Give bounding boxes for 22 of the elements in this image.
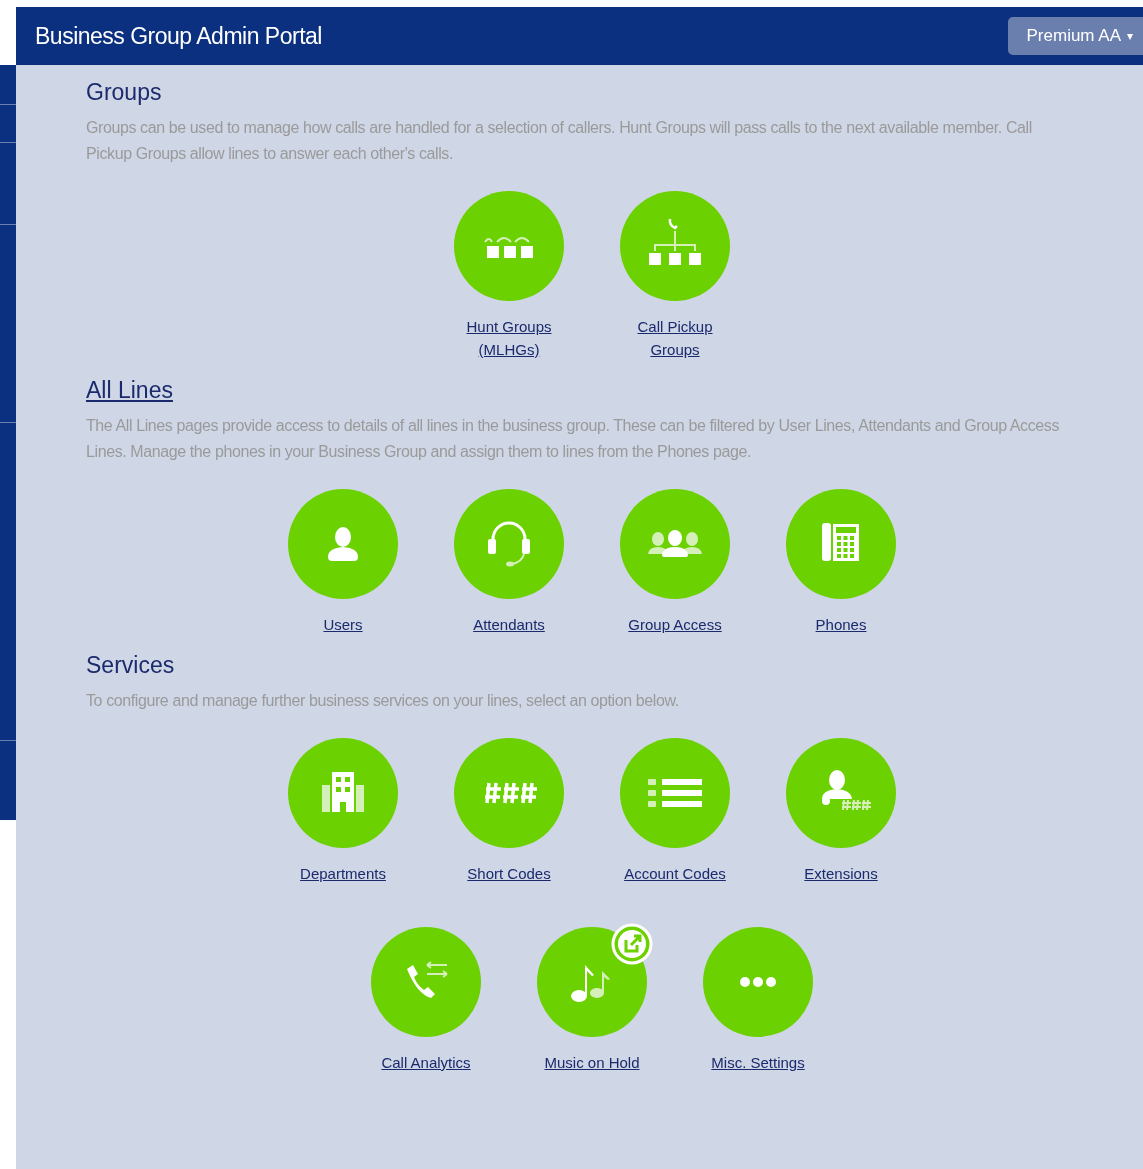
- tile-link[interactable]: Music on Hold: [544, 1051, 640, 1074]
- tile-link[interactable]: Call Analytics: [381, 1051, 471, 1074]
- tile-link[interactable]: Extensions: [804, 862, 878, 885]
- section-title: Services: [86, 651, 176, 680]
- tile-link[interactable]: Misc. Settings: [711, 1051, 805, 1074]
- tile-link[interactable]: Hunt Groups (MLHGs): [448, 315, 570, 361]
- section-title-link[interactable]: All Lines: [86, 377, 173, 403]
- tile-link[interactable]: Group Access: [628, 613, 722, 636]
- more-icon: [739, 976, 777, 988]
- section-description: The All Lines pages provide access to details of all lines in the business group. These can be filtered by User Lines, Attendants and Group Access Lines. Manage the phones in your Business Group and assign them to lines from the Phones page.: [86, 416, 1061, 462]
- tile-link[interactable]: Call Pickup Groups: [614, 315, 736, 361]
- section-description: Groups can be used to manage how calls are handled for a selection of callers. Hunt Groups will pass calls to the next available member. Call Pickup Groups allow lines to answer each other's calls.: [86, 118, 1033, 164]
- section-title: Groups: [86, 78, 163, 107]
- portal-title: Business Group Admin Portal: [35, 21, 322, 51]
- tile-link[interactable]: Users: [323, 613, 363, 636]
- tile-link[interactable]: Short Codes: [467, 862, 551, 885]
- account-dropdown[interactable]: Premium AA ▾: [1007, 17, 1143, 55]
- tile-link[interactable]: Departments: [300, 862, 386, 885]
- section-description: To configure and manage further business services on your lines, select an option below.: [86, 691, 680, 711]
- tile-link[interactable]: Phones: [815, 613, 867, 636]
- tile-link[interactable]: Account Codes: [624, 862, 726, 885]
- tile-link[interactable]: Attendants: [473, 613, 545, 636]
